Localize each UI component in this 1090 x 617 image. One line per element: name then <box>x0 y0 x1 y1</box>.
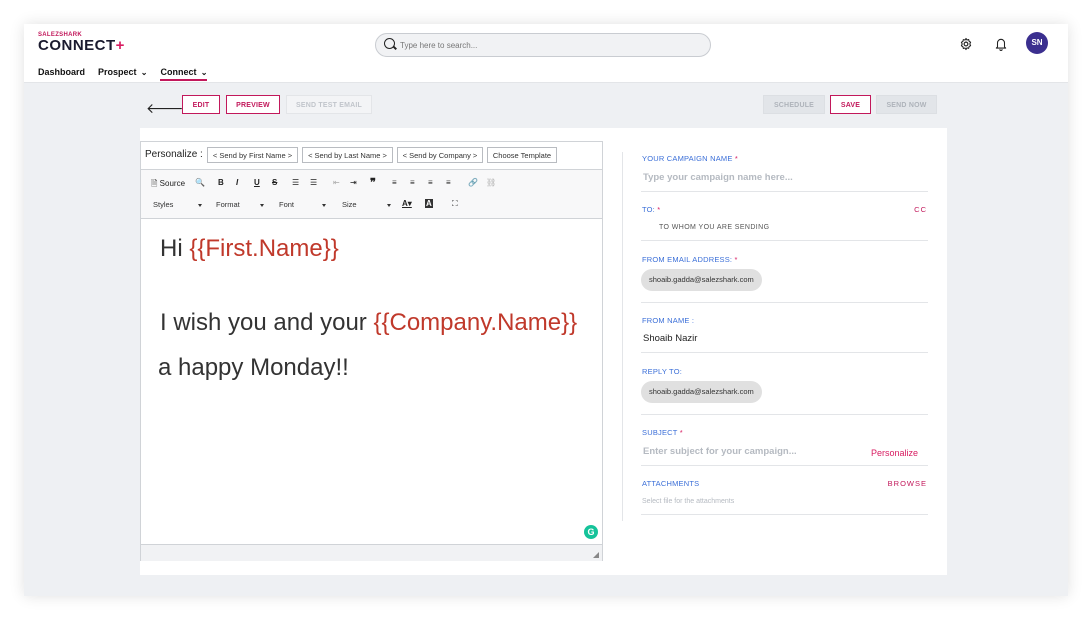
greeting-line: Hi {{First.Name}} <box>160 235 339 262</box>
company-name-placeholder: {{Company.Name}} <box>373 309 578 336</box>
gear-icon[interactable] <box>959 37 973 51</box>
schedule-button[interactable]: SCHEDULE <box>763 95 825 114</box>
save-button[interactable]: SAVE <box>830 95 871 114</box>
divider <box>641 191 928 192</box>
chevron-down-icon: ⌄ <box>138 68 148 77</box>
campaign-name-label: YOUR CAMPAIGN NAME * <box>642 154 738 163</box>
chevron-down-icon: ⌄ <box>198 68 208 77</box>
outdent-icon[interactable]: ⇤ <box>333 178 340 187</box>
attachments-label: ATTACHMENTS <box>642 479 700 488</box>
size-select[interactable]: Size <box>342 200 391 209</box>
back-arrow-icon[interactable]: 🡐 <box>146 100 184 117</box>
bell-icon[interactable] <box>994 36 1008 52</box>
search-bar[interactable] <box>375 33 711 57</box>
send-by-last-name-button[interactable]: < Send by Last Name > <box>302 147 393 163</box>
blockquote-icon[interactable]: ❞ <box>370 176 376 189</box>
send-test-email-button[interactable]: SEND TEST EMAIL <box>286 95 372 114</box>
bulleted-list-icon[interactable]: ☰ <box>310 178 317 187</box>
grammarly-icon[interactable]: G <box>584 525 598 539</box>
app-window: SALEZSHARK CONNECT+ Dashboard Prospect ⌄… <box>24 24 1068 596</box>
send-by-first-name-button[interactable]: < Send by First Name > <box>207 147 298 163</box>
italic-icon[interactable]: I <box>236 178 238 187</box>
preview-doc-icon[interactable]: 🔍 <box>195 178 205 187</box>
from-email-label: FROM EMAIL ADDRESS: * <box>642 255 738 264</box>
text-color-icon[interactable]: A▾ <box>402 199 412 208</box>
campaign-name-input[interactable]: Type your campaign name here... <box>643 172 793 183</box>
avatar[interactable]: SN <box>1026 32 1048 54</box>
reply-to-chip[interactable]: shoaib.gadda@salezshark.com <box>641 381 762 403</box>
chevron-down-icon <box>322 204 326 207</box>
bold-icon[interactable]: B <box>218 178 224 187</box>
divider <box>641 302 928 303</box>
subject-personalize-link[interactable]: Personalize <box>871 448 918 458</box>
font-select[interactable]: Font <box>279 200 326 209</box>
unlink-icon[interactable]: ⛓ <box>486 178 496 187</box>
source-icon: 🗎 <box>151 179 158 188</box>
closing-line: a happy Monday!! <box>158 354 349 381</box>
top-bar: SALEZSHARK CONNECT+ Dashboard Prospect ⌄… <box>24 24 1068 83</box>
underline-icon[interactable]: U <box>254 178 260 187</box>
brand-logo[interactable]: SALEZSHARK CONNECT+ <box>38 32 125 54</box>
from-email-chip[interactable]: shoaib.gadda@salezshark.com <box>641 269 762 291</box>
divider <box>641 240 928 241</box>
personalize-row: Personalize : < Send by First Name > < S… <box>141 142 602 170</box>
align-right-icon[interactable]: ≡ <box>428 178 433 187</box>
preview-button[interactable]: PREVIEW <box>226 95 280 114</box>
email-editor: Personalize : < Send by First Name > < S… <box>140 141 603 561</box>
align-justify-icon[interactable]: ≡ <box>446 178 451 187</box>
editor-status-bar <box>141 544 602 561</box>
edit-button[interactable]: EDIT <box>182 95 220 114</box>
send-now-button[interactable]: SEND NOW <box>876 95 937 114</box>
chevron-down-icon <box>260 204 264 207</box>
indent-icon[interactable]: ⇥ <box>350 178 357 187</box>
styles-select[interactable]: Styles <box>153 200 202 209</box>
divider <box>641 414 928 415</box>
campaign-form: YOUR CAMPAIGN NAME * Type your campaign … <box>622 152 929 521</box>
attachments-hint: Select file for the attachments <box>642 498 735 505</box>
nav-prospect[interactable]: Prospect ⌄ <box>98 67 147 81</box>
reply-to-label: REPLY TO: <box>642 367 683 376</box>
strikethrough-icon[interactable]: S <box>272 178 277 187</box>
chevron-down-icon <box>198 204 202 207</box>
align-left-icon[interactable]: ≡ <box>392 178 397 187</box>
subject-label: SUBJECT * <box>642 428 683 437</box>
choose-template-button[interactable]: Choose Template <box>487 147 557 163</box>
campaign-panel: Personalize : < Send by First Name > < S… <box>140 128 947 575</box>
logo-main-text: CONNECT+ <box>38 37 125 54</box>
message-line: I wish you and your {{Company.Name}} <box>160 309 578 336</box>
divider <box>641 514 928 515</box>
editor-toolbar: 🗎 Source 🔍 B I U S ☰ ☰ ⇤ ⇥ ❞ ≡ ≡ ≡ ≡ 🔗 ⛓… <box>141 170 602 219</box>
to-recipients-field[interactable]: TO WHOM YOU ARE SENDING <box>659 224 769 231</box>
chevron-down-icon <box>387 204 391 207</box>
subject-input[interactable]: Enter subject for your campaign... <box>643 446 797 457</box>
nav-dashboard[interactable]: Dashboard <box>38 67 85 81</box>
nav-connect[interactable]: Connect ⌄ <box>160 67 208 81</box>
browse-button[interactable]: BROWSE <box>888 479 927 488</box>
main-nav: Dashboard Prospect ⌄ Connect ⌄ <box>38 67 208 81</box>
divider <box>641 352 928 353</box>
resize-handle-icon[interactable] <box>593 552 599 558</box>
divider <box>641 465 928 466</box>
search-input[interactable] <box>398 36 692 54</box>
link-icon[interactable]: 🔗 <box>468 178 478 187</box>
from-name-input[interactable]: Shoaib Nazir <box>643 333 697 344</box>
personalize-label: Personalize : <box>145 149 203 160</box>
source-button[interactable]: 🗎 Source <box>151 178 185 192</box>
send-by-company-button[interactable]: < Send by Company > <box>397 147 483 163</box>
cc-link[interactable]: CC <box>914 205 927 214</box>
numbered-list-icon[interactable]: ☰ <box>292 178 299 187</box>
maximize-icon[interactable]: ⛶ <box>452 199 458 209</box>
from-name-label: FROM NAME : <box>642 316 695 325</box>
search-icon <box>384 38 395 49</box>
background-color-icon[interactable]: A <box>425 199 433 208</box>
format-select[interactable]: Format <box>216 200 264 209</box>
align-center-icon[interactable]: ≡ <box>410 178 415 187</box>
editor-content[interactable]: Hi {{First.Name}} I wish you and your {{… <box>141 219 602 539</box>
first-name-placeholder: {{First.Name}} <box>189 235 339 262</box>
to-label: TO: * <box>642 205 661 214</box>
